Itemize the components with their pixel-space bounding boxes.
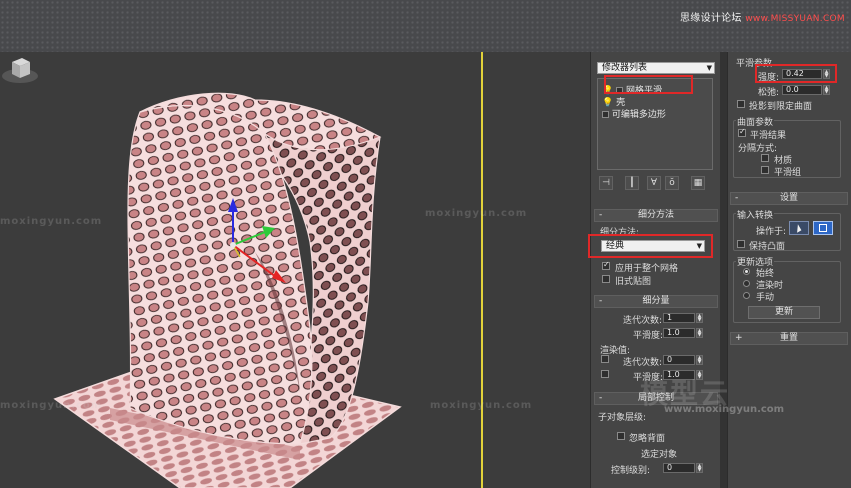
polygon-icon	[819, 224, 827, 232]
iterations-label: 迭代次数:	[623, 316, 663, 326]
mesh-render	[53, 92, 402, 488]
triangle-icon	[793, 224, 802, 233]
control-level-spinner[interactable]: 0	[663, 463, 695, 473]
ignore-backfacing-checkbox[interactable]	[617, 432, 625, 440]
highlight-box-meshsmooth	[604, 75, 693, 94]
keep-convex-checkbox[interactable]	[737, 240, 745, 248]
modify-panel-column-1: 修改器列表 ▼ 💡 网格平滑 💡 壳 可编辑多边形 ⊣ ┃ ∀ ŏ ▦ - 细分方法…	[588, 52, 720, 488]
iterations-spinner[interactable]: 1	[663, 313, 695, 323]
site-brand: 思缘设计论坛 www.MISSYUAN.COM	[679, 13, 845, 24]
watermark-text: moxingyun.com	[425, 208, 528, 219]
rollout-subdivision-method[interactable]: - 细分方法	[594, 209, 718, 222]
modifier-list-dropdown[interactable]: 修改器列表 ▼	[597, 62, 715, 74]
stack-item-editable-poly[interactable]: 可编辑多边形	[602, 107, 666, 120]
highlight-box-strength	[755, 64, 837, 83]
highlight-box-method	[588, 234, 713, 258]
operate-on-label: 操作于:	[756, 227, 787, 237]
operate-on-triangles-button[interactable]	[789, 221, 809, 235]
smoothness-label: 平滑度:	[633, 331, 664, 341]
update-when-rendering-radio[interactable]	[743, 280, 750, 287]
render-smoothness-checkbox[interactable]	[601, 370, 609, 378]
panel-divider	[720, 52, 727, 488]
render-iterations-label: 迭代次数:	[623, 358, 663, 368]
smoothness-spinner[interactable]: 1.0	[663, 328, 695, 338]
pin-stack-icon[interactable]: ⊣	[599, 176, 613, 190]
sub-object-level-label: 子对象层级:	[598, 413, 647, 423]
spinner-arrows-icon[interactable]: ▲ ▼	[696, 328, 703, 338]
relax-label: 松弛:	[758, 88, 780, 98]
old-mapping-label: 旧式贴图	[615, 277, 652, 287]
selected-object-label: 选定对象	[641, 450, 678, 460]
rollout-settings[interactable]: - 设置	[730, 192, 848, 205]
relax-spinner[interactable]: 0.0	[782, 85, 822, 95]
top-banner: 思缘设计论坛 www.MISSYUAN.COM	[0, 0, 851, 52]
viewport-active-border	[481, 52, 483, 488]
watermark-text: moxingyun.com	[0, 400, 103, 411]
separate-material-checkbox[interactable]	[761, 154, 769, 162]
rollout-reset[interactable]: + 重置	[730, 332, 848, 345]
input-conversion-label: 输入转换	[736, 208, 775, 221]
show-end-result-icon[interactable]: ┃	[625, 176, 639, 190]
separate-smoothing-groups-checkbox[interactable]	[761, 166, 769, 174]
stack-item-toggle[interactable]	[602, 111, 609, 118]
apply-whole-mesh-checkbox[interactable]	[602, 260, 610, 270]
modify-panel-column-2: 平滑参数 强度: 0.42 ▲ ▼ 松弛: 0.0 ▲ ▼ 投影到限定曲面 曲面参数…	[727, 52, 851, 488]
chevron-down-icon: ▼	[706, 64, 712, 72]
render-iterations-checkbox[interactable]	[601, 355, 609, 363]
keep-convex-label: 保持凸面	[749, 242, 786, 252]
separate-by-label: 分隔方式:	[738, 144, 778, 154]
perspective-viewport[interactable]: moxingyun.com moxingyun.com moxingyun.co…	[0, 52, 590, 488]
smooth-result-checkbox[interactable]	[738, 127, 746, 137]
configure-sets-icon[interactable]: ▦	[691, 176, 705, 190]
apply-whole-mesh-label: 应用于整个网格	[615, 264, 679, 274]
update-button[interactable]: 更新	[748, 306, 820, 319]
spinner-arrows-icon[interactable]: ▲ ▼	[696, 463, 703, 473]
update-always-radio[interactable]	[743, 268, 750, 275]
spinner-arrows-icon[interactable]: ▲ ▼	[696, 313, 703, 323]
watermark-text: moxingyun.com	[0, 216, 103, 227]
render-iterations-spinner[interactable]: 0	[663, 355, 695, 365]
smooth-result-label: 平滑结果	[750, 131, 787, 141]
update-manual-radio[interactable]	[743, 292, 750, 299]
make-unique-icon[interactable]: ∀	[647, 176, 661, 190]
old-mapping-checkbox[interactable]	[602, 275, 610, 283]
spinner-arrows-icon[interactable]: ▲ ▼	[696, 355, 703, 365]
control-level-label: 控制级别:	[611, 466, 651, 476]
project-limit-surface-label: 投影到限定曲面	[749, 102, 813, 112]
spinner-arrows-icon[interactable]: ▲ ▼	[823, 85, 830, 95]
watermark-text: moxingyun.com	[430, 400, 533, 411]
viewcube-icon[interactable]	[0, 52, 40, 86]
update-manual-label: 手动	[756, 293, 775, 303]
rollout-subdivision-amount[interactable]: - 细分量	[594, 295, 718, 308]
project-limit-surface-checkbox[interactable]	[737, 100, 745, 108]
operate-on-polygons-button[interactable]	[813, 221, 833, 235]
watermark-url: www.moxingyun.com	[664, 404, 785, 415]
separate-smoothing-groups-label: 平滑组	[774, 168, 802, 178]
ignore-backfacing-label: 忽略背面	[629, 434, 666, 444]
remove-modifier-icon[interactable]: ŏ	[665, 176, 679, 190]
site-url: www.MISSYUAN.COM	[745, 14, 845, 24]
